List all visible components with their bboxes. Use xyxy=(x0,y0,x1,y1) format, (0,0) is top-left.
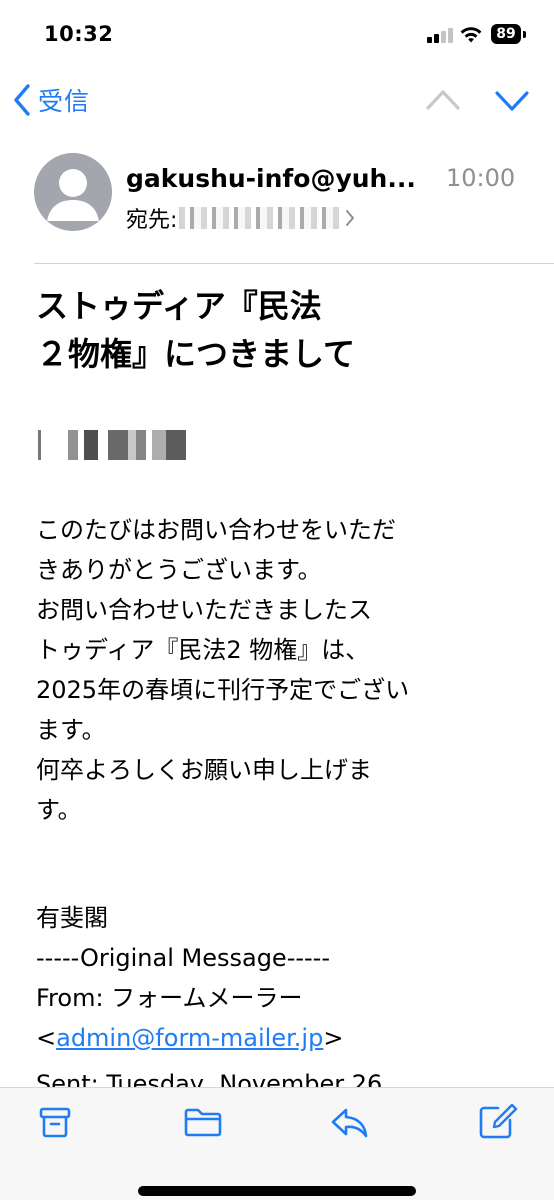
reply-icon[interactable] xyxy=(328,1102,372,1142)
original-from: From: フォームメーラー xyxy=(36,984,303,1012)
recipient-line[interactable]: 宛先: xyxy=(126,202,355,234)
compose-icon[interactable] xyxy=(476,1102,520,1142)
chevron-left-icon xyxy=(14,84,30,116)
original-email-line: <admin@form-mailer.jp> xyxy=(36,1018,516,1058)
chevron-up-icon[interactable] xyxy=(424,84,462,116)
wifi-icon xyxy=(460,27,482,43)
signal-icon xyxy=(427,27,453,43)
to-label: 宛先: xyxy=(126,208,178,233)
status-time: 10:32 xyxy=(44,22,114,46)
chevron-right-icon xyxy=(346,210,355,226)
email-close-bracket: > xyxy=(323,1024,344,1052)
avatar xyxy=(34,153,112,231)
chevron-down-icon[interactable] xyxy=(493,84,531,116)
email-link[interactable]: admin@form-mailer.jp xyxy=(56,1024,323,1052)
email-open-bracket: < xyxy=(36,1024,57,1052)
original-header: -----Original Message----- xyxy=(36,944,330,972)
subject: ストゥディア『民法 ２物権』につきまして xyxy=(36,287,356,373)
person-icon xyxy=(47,169,99,221)
message-body: このたびはお問い合わせをいただ きありがとうございます。 お問い合わせいただきま… xyxy=(36,516,410,824)
home-indicator[interactable] xyxy=(138,1186,416,1196)
back-button[interactable]: 受信 xyxy=(12,80,90,120)
original-message: 有斐閣 -----Original Message----- From: フォー… xyxy=(36,898,516,1058)
nav-bar: 受信 xyxy=(0,70,554,128)
clipped-line: Sent: Tuesday, November 26 xyxy=(36,1070,516,1088)
sender-address[interactable]: gakushu-info@yuh... xyxy=(126,164,416,193)
archive-icon[interactable] xyxy=(36,1102,80,1142)
signature: 有斐閣 xyxy=(36,904,108,932)
bottom-toolbar xyxy=(0,1087,554,1200)
original-sent: Sent: Tuesday, November 26 xyxy=(36,1070,383,1088)
battery-icon: 89 xyxy=(491,24,521,44)
back-label: 受信 xyxy=(38,87,91,116)
recipient-redacted xyxy=(179,207,340,229)
message-header: gakushu-info@yuh... 10:00 宛先: xyxy=(0,150,554,262)
header-divider xyxy=(34,263,554,264)
greeting-redacted xyxy=(34,430,190,460)
sent-time: 10:00 xyxy=(446,164,516,192)
status-bar: 10:32 89 xyxy=(0,0,554,70)
battery-tip xyxy=(523,31,526,38)
folder-icon[interactable] xyxy=(182,1102,226,1142)
